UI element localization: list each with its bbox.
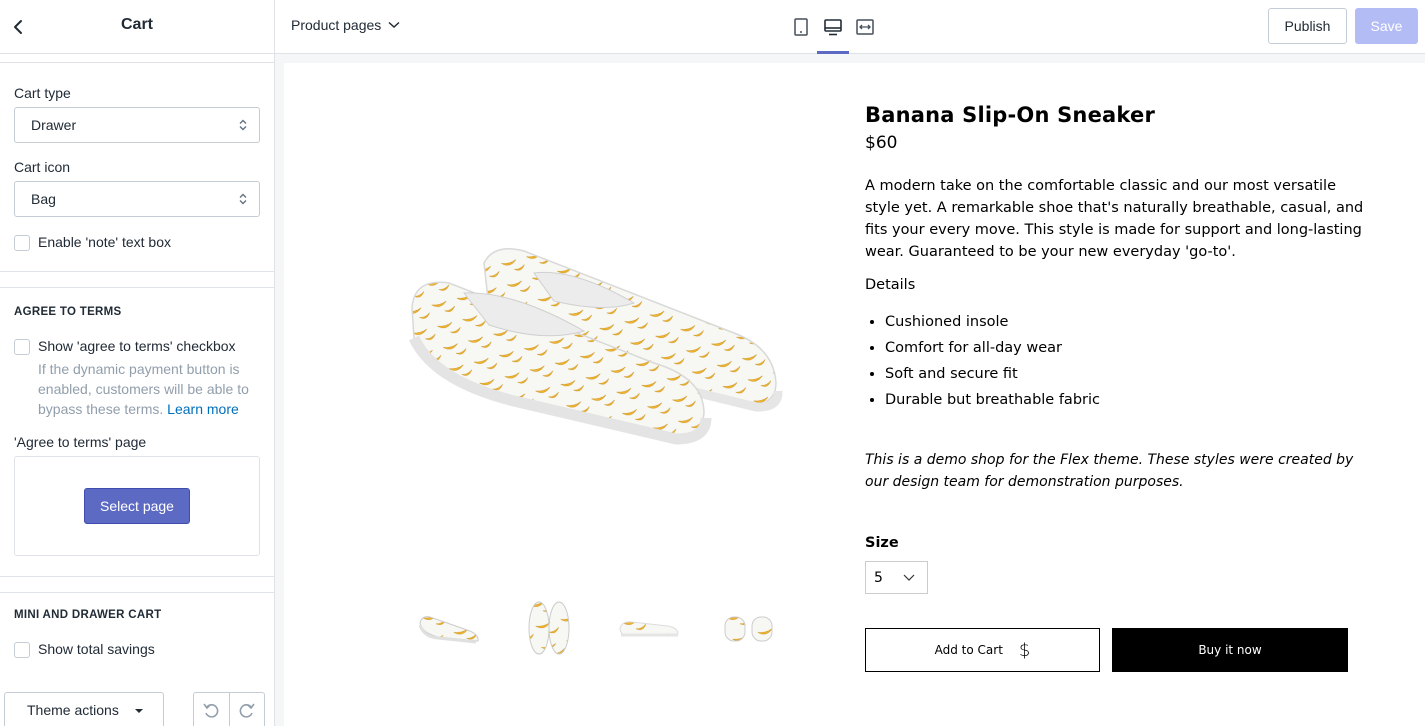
sneaker-thumbnail-icon	[528, 601, 570, 655]
undo-button[interactable]	[194, 693, 229, 726]
details-list-item: Soft and secure fit	[885, 361, 1365, 387]
savings-checkbox-label: Show total savings	[38, 641, 155, 657]
select-arrows-icon	[239, 193, 247, 205]
cart-type-value: Drawer	[31, 117, 77, 133]
product-title: Banana Slip-On Sneaker	[865, 103, 1156, 127]
page-type-selector[interactable]: Product pages	[291, 17, 400, 33]
theme-actions-button[interactable]: Theme actions	[4, 692, 164, 726]
page-type-label: Product pages	[291, 17, 382, 33]
sneaker-thumbnail-icon	[418, 616, 479, 644]
terms-heading: AGREE TO TERMS	[14, 306, 122, 318]
details-list: Cushioned insole Comfort for all-day wea…	[865, 309, 1365, 413]
purchase-buttons: Add to Cart $ Buy it now	[865, 628, 1365, 672]
add-to-cart-button[interactable]: Add to Cart $	[865, 628, 1100, 672]
fullscreen-view-button[interactable]	[849, 0, 881, 54]
redo-button[interactable]	[228, 693, 265, 726]
sneaker-thumbnail-icon	[619, 621, 679, 637]
savings-checkbox[interactable]	[14, 642, 30, 658]
terms-section: AGREE TO TERMS Show 'agree to terms' che…	[0, 288, 274, 577]
select-page-button[interactable]: Select page	[84, 488, 190, 524]
editor-topbar: Product pages Publish Save	[275, 0, 1425, 54]
redo-icon	[239, 703, 255, 718]
viewport-switcher	[785, 0, 881, 54]
sneaker-image	[409, 248, 783, 445]
thumbnail-pair[interactable]	[414, 593, 484, 663]
size-label: Size	[865, 535, 899, 551]
desktop-view-button[interactable]	[817, 0, 849, 54]
section-divider	[0, 54, 274, 63]
size-value: 5	[874, 570, 883, 586]
demo-note: This is a demo shop for the Flex theme. …	[865, 452, 1354, 490]
product-thumbnails	[414, 593, 814, 663]
settings-sidebar: Cart Cart type Drawer Cart icon Bag Enab…	[0, 0, 275, 726]
undo-redo-group	[193, 692, 265, 726]
theme-actions-label: Theme actions	[27, 702, 119, 718]
chevron-down-icon	[903, 574, 915, 581]
section-divider	[0, 272, 274, 288]
thumbnail-front[interactable]	[714, 593, 784, 663]
cart-icon-select[interactable]: Bag	[14, 181, 260, 217]
terms-checkbox-label: Show 'agree to terms' checkbox	[38, 338, 236, 354]
caret-down-icon	[134, 709, 143, 714]
desktop-icon	[824, 19, 842, 36]
mini-cart-section: MINI AND DRAWER CART Show total savings	[0, 593, 274, 658]
preview-frame: Banana Slip-On Sneaker $60 A modern take…	[275, 54, 1425, 726]
sidebar-footer: Theme actions	[0, 692, 274, 726]
note-checkbox[interactable]	[14, 235, 30, 251]
buy-now-button[interactable]: Buy it now	[1112, 628, 1348, 672]
publish-button[interactable]: Publish	[1268, 8, 1347, 44]
storefront-preview: Banana Slip-On Sneaker $60 A modern take…	[284, 63, 1425, 726]
section-divider	[0, 577, 274, 593]
add-to-cart-label: Add to Cart	[934, 643, 1003, 657]
select-arrows-icon	[239, 119, 247, 131]
savings-checkbox-row[interactable]: Show total savings	[14, 641, 260, 658]
mobile-view-button[interactable]	[785, 0, 817, 54]
terms-page-picker: Select page	[14, 456, 260, 556]
terms-checkbox[interactable]	[14, 339, 30, 355]
thumbnail-side[interactable]	[614, 593, 684, 663]
size-select[interactable]: 5	[865, 561, 928, 594]
mobile-icon	[794, 18, 808, 36]
sidebar-title: Cart	[120, 16, 153, 33]
details-list-item: Comfort for all-day wear	[885, 335, 1365, 361]
product-main-image[interactable]	[404, 213, 794, 453]
product-description: A modern take on the comfortable classic…	[865, 178, 1364, 260]
cart-type-label: Cart type	[14, 85, 71, 101]
note-checkbox-row[interactable]: Enable 'note' text box	[14, 234, 260, 251]
learn-more-link[interactable]: Learn more	[167, 401, 239, 417]
undo-icon	[203, 703, 219, 718]
cart-icon-value: Bag	[31, 191, 56, 207]
product-info: Banana Slip-On Sneaker $60 A modern take…	[865, 103, 1365, 672]
terms-checkbox-row[interactable]: Show 'agree to terms' checkbox	[14, 338, 260, 355]
mini-cart-heading: MINI AND DRAWER CART	[14, 609, 162, 621]
details-heading: Details	[865, 277, 916, 293]
dollar-icon: $	[1018, 639, 1031, 661]
cart-settings-section: Cart type Drawer Cart icon Bag Enable 'n…	[0, 63, 274, 272]
product-price: $60	[865, 133, 898, 153]
note-checkbox-label: Enable 'note' text box	[38, 234, 171, 250]
fullwidth-icon	[856, 19, 874, 35]
details-list-item: Cushioned insole	[885, 309, 1365, 335]
terms-page-label: 'Agree to terms' page	[14, 434, 147, 450]
save-button[interactable]: Save	[1355, 8, 1418, 44]
chevron-down-icon	[388, 21, 400, 29]
sneaker-thumbnail-icon	[724, 616, 773, 642]
cart-type-select[interactable]: Drawer	[14, 107, 260, 143]
thumbnail-top[interactable]	[514, 593, 584, 663]
sidebar-header: Cart	[0, 0, 274, 54]
details-list-item: Durable but breathable fabric	[885, 387, 1365, 413]
terms-help-text: If the dynamic payment button is enabled…	[14, 359, 260, 419]
cart-icon-label: Cart icon	[14, 159, 71, 175]
